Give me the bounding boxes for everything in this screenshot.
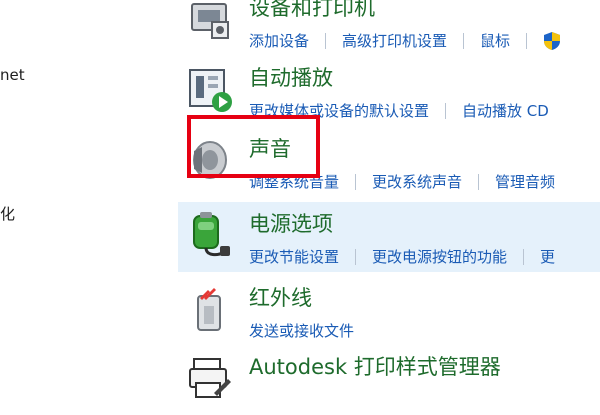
link-mouse[interactable]: 鼠标 — [480, 30, 510, 51]
power-battery-icon[interactable] — [184, 210, 234, 260]
autoplay-icon[interactable] — [184, 64, 234, 114]
link-separator — [355, 173, 357, 190]
left-nav-item-fragment[interactable]: net — [0, 66, 25, 84]
link-autoplay-cd[interactable]: 自动播放 CD — [462, 100, 549, 121]
infrared-icon[interactable] — [184, 284, 234, 334]
category-title[interactable]: 红外线 — [249, 282, 312, 312]
category-title[interactable]: 设备和打印机 — [249, 0, 375, 22]
category-title[interactable]: 自动播放 — [249, 62, 333, 92]
uac-shield-icon — [543, 31, 561, 51]
link-send-or-receive-files[interactable]: 发送或接收文件 — [249, 320, 354, 341]
link-separator — [325, 32, 327, 49]
link-advanced-printer-setup[interactable]: 高级打印机设置 — [342, 30, 447, 51]
autodesk-printer-icon[interactable] — [184, 353, 234, 403]
left-nav-item-fragment[interactable]: 化 — [0, 203, 15, 224]
printer-devices-icon[interactable] — [184, 0, 234, 44]
category-links: 发送或接收文件 — [249, 320, 354, 341]
category-title[interactable]: 声音 — [249, 133, 291, 163]
category-autodesk-plot-style-manager: Autodesk 打印样式管理器 — [178, 345, 600, 415]
link-change-power-button-function[interactable]: 更改电源按钮的功能 — [372, 246, 507, 267]
link-manage-audio-devices[interactable]: 管理音频 — [495, 171, 555, 192]
category-links: 调整系统音量 更改系统声音 管理音频 — [249, 171, 555, 192]
link-separator — [478, 173, 480, 190]
category-links: 添加设备 高级打印机设置 鼠标 — [249, 30, 561, 51]
category-infrared: 红外线 发送或接收文件 — [178, 276, 600, 346]
category-sound: 声音 调整系统音量 更改系统声音 管理音频 — [178, 127, 600, 197]
link-adjust-system-volume[interactable]: 调整系统音量 — [249, 171, 339, 192]
link-change-default-media-settings[interactable]: 更改媒体或设备的默认设置 — [249, 100, 429, 121]
link-change-system-sounds[interactable]: 更改系统声音 — [372, 171, 462, 192]
category-devices-and-printers: 设备和打印机 添加设备 高级打印机设置 鼠标 — [178, 0, 600, 56]
category-title[interactable]: 电源选项 — [249, 208, 333, 238]
link-separator — [526, 32, 528, 49]
category-autoplay: 自动播放 更改媒体或设备的默认设置 自动播放 CD — [178, 56, 600, 126]
link-separator — [523, 248, 525, 265]
left-navigation-pane: net 化 — [0, 0, 175, 400]
category-links: 更改节能设置 更改电源按钮的功能 更 — [249, 246, 555, 267]
link-separator — [445, 102, 447, 119]
link-add-device[interactable]: 添加设备 — [249, 30, 309, 51]
link-separator — [463, 32, 465, 49]
category-links: 更改媒体或设备的默认设置 自动播放 CD — [249, 100, 549, 121]
link-separator — [355, 248, 357, 265]
link-change-power-saving-settings[interactable]: 更改节能设置 — [249, 246, 339, 267]
category-title[interactable]: Autodesk 打印样式管理器 — [249, 351, 501, 381]
category-power-options[interactable]: 电源选项 更改节能设置 更改电源按钮的功能 更 — [178, 202, 600, 272]
link-truncated[interactable]: 更 — [540, 246, 555, 267]
speaker-icon[interactable] — [184, 135, 234, 185]
